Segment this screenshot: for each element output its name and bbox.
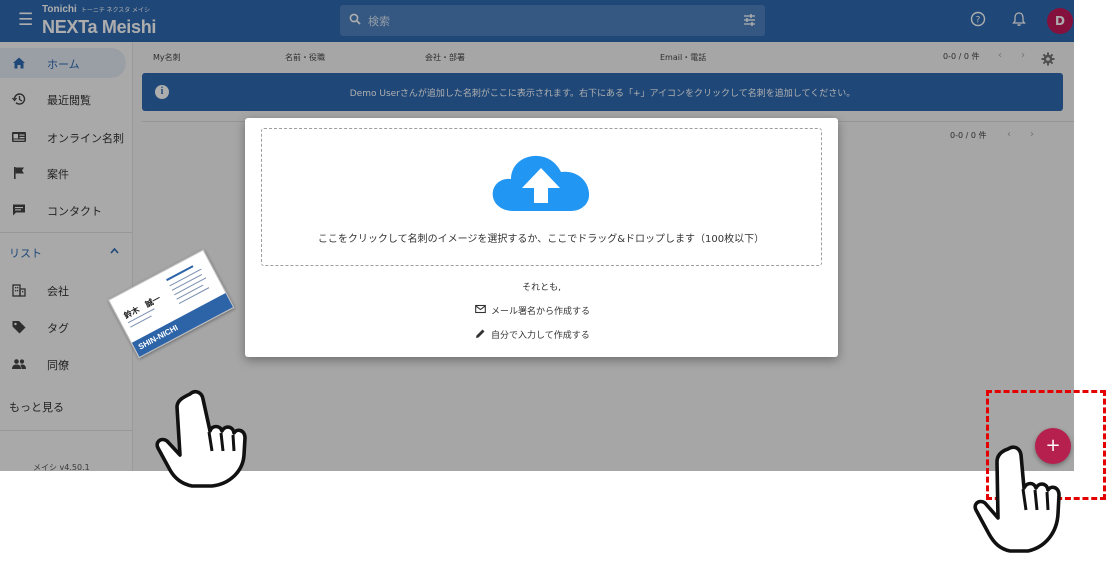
option-label: メール署名から作成する (491, 307, 591, 317)
dropzone-text: ここをクリックして名刺のイメージを選択するか、ここでドラッグ&ドロップします（1… (317, 234, 765, 245)
pencil-icon (476, 329, 485, 338)
create-manually[interactable]: 自分で入力して作成する (475, 327, 615, 341)
cloud-upload-icon (492, 155, 590, 211)
pointing-hand-icon (973, 445, 1061, 553)
card-name-text: 鈴木 誠一 (122, 293, 163, 321)
create-from-email-signature[interactable]: メール署名から作成する (475, 303, 615, 317)
or-text: それとも, (522, 283, 561, 293)
image-dropzone[interactable]: ここをクリックして名刺のイメージを選択するか、ここでドラッグ&ドロップします（1… (261, 128, 822, 266)
mail-icon (475, 304, 486, 314)
pointing-hand-icon (155, 390, 247, 488)
add-card-dialog: ここをクリックして名刺のイメージを選択するか、ここでドラッグ&ドロップします（1… (245, 118, 838, 357)
option-label: 自分で入力して作成する (491, 331, 590, 341)
